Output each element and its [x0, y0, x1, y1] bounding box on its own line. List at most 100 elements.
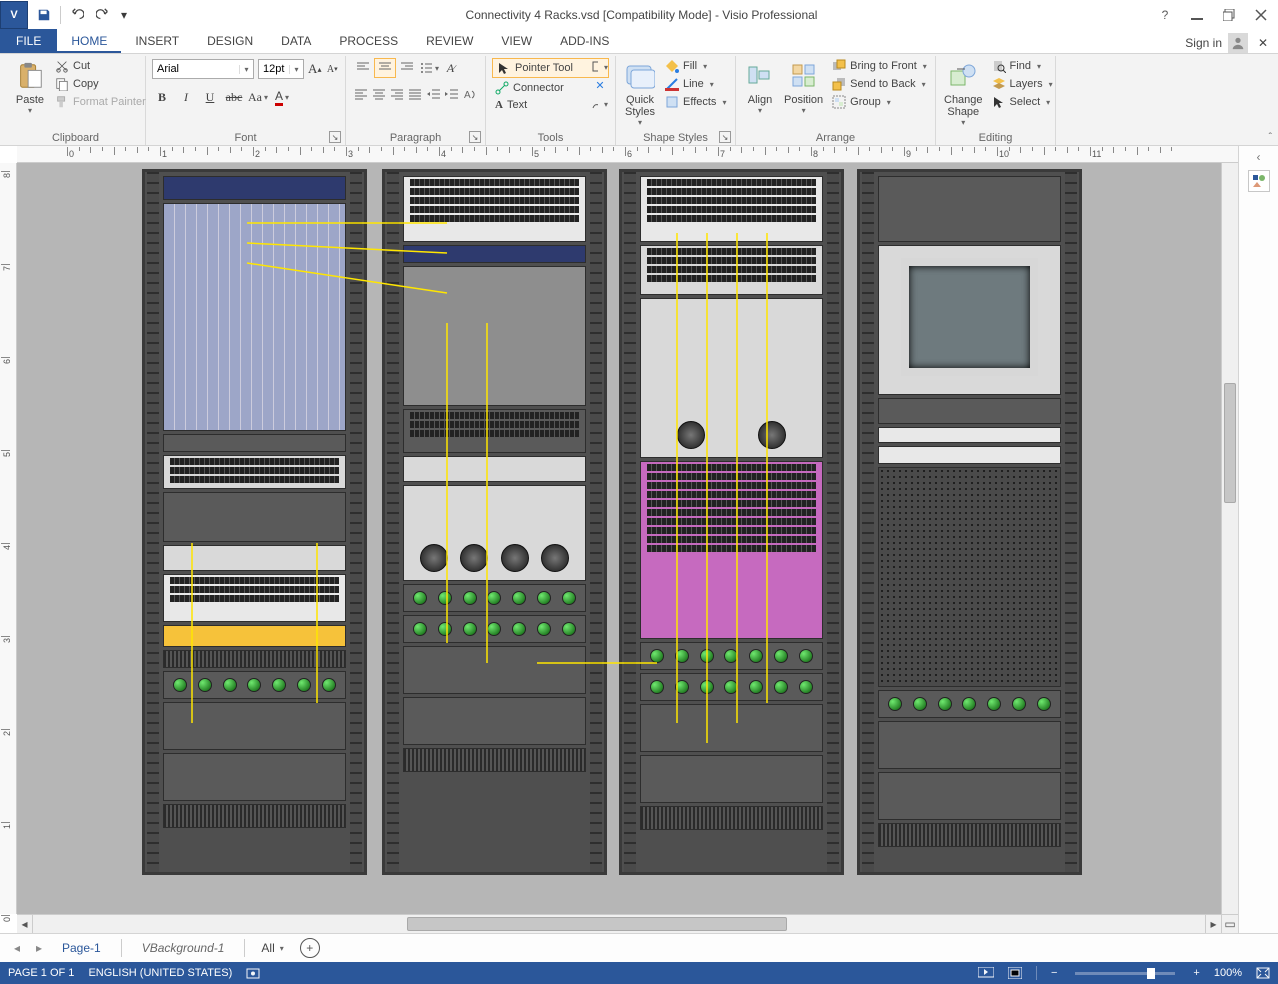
zoom-out[interactable]: −: [1051, 967, 1057, 979]
rack-4-unit-8[interactable]: [878, 721, 1061, 769]
rack-3-unit-7[interactable]: [640, 704, 823, 752]
align-top-center[interactable]: [374, 58, 396, 78]
help-button[interactable]: ?: [1152, 4, 1178, 26]
rack-1-unit-9[interactable]: [163, 650, 346, 668]
copy-button[interactable]: Copy: [52, 76, 149, 92]
tab-design[interactable]: DESIGN: [193, 29, 267, 53]
hscroll-right[interactable]: ▸: [1205, 915, 1221, 933]
rack-1-unit-13[interactable]: [163, 804, 346, 828]
pagetab-next[interactable]: ▸: [30, 938, 48, 958]
rack-3-unit-6[interactable]: [640, 673, 823, 701]
rack-1-unit-2[interactable]: [163, 203, 346, 431]
hscroll-left[interactable]: ◂: [17, 915, 33, 933]
zoom-in[interactable]: +: [1193, 967, 1199, 979]
rack-3-unit-2[interactable]: [640, 245, 823, 295]
close-button[interactable]: [1248, 4, 1274, 26]
horizontal-scrollbar[interactable]: ◂ ▸: [17, 914, 1221, 933]
restore-button[interactable]: [1216, 4, 1242, 26]
rack-4-unit-2[interactable]: [878, 245, 1061, 395]
shapestyles-launcher[interactable]: ↘: [719, 131, 731, 143]
ribbon-close-icon[interactable]: ✕: [1254, 36, 1272, 50]
tab-view[interactable]: VIEW: [487, 29, 546, 53]
rack-1[interactable]: [142, 169, 367, 875]
layers-button[interactable]: Layers▾: [989, 76, 1056, 92]
grow-font-button[interactable]: A▴: [308, 59, 322, 79]
align-right[interactable]: [388, 84, 406, 104]
position-button[interactable]: Position▾: [782, 58, 825, 117]
rack-3[interactable]: [619, 169, 844, 875]
rack-3-unit-8[interactable]: [640, 755, 823, 803]
rack-2-unit-6[interactable]: [403, 485, 586, 581]
tab-home[interactable]: HOME: [57, 29, 121, 53]
rack-3-unit-4[interactable]: [640, 461, 823, 639]
shrink-font-button[interactable]: A▾: [326, 59, 340, 79]
strike-button[interactable]: abc: [224, 87, 244, 107]
tab-review[interactable]: REVIEW: [412, 29, 487, 53]
drawing-canvas[interactable]: [17, 163, 1238, 914]
align-top-right[interactable]: [396, 58, 418, 78]
font-family-combo[interactable]: ▾: [152, 59, 254, 79]
underline-button[interactable]: U: [200, 87, 220, 107]
change-case-button[interactable]: Aa▾: [248, 87, 268, 107]
format-painter-button[interactable]: Format Painter: [52, 94, 149, 110]
rack-2-unit-10[interactable]: [403, 697, 586, 745]
clear-format[interactable]: A∕: [440, 58, 462, 78]
rack-2-unit-2[interactable]: [403, 245, 586, 263]
rack-4-unit-6[interactable]: [878, 467, 1061, 687]
rack-2-unit-9[interactable]: [403, 646, 586, 694]
decrease-indent[interactable]: [425, 84, 443, 104]
align-center[interactable]: [370, 84, 388, 104]
align-left[interactable]: [352, 84, 370, 104]
save-button[interactable]: [32, 3, 56, 27]
rack-1-unit-7[interactable]: [163, 574, 346, 622]
status-language[interactable]: ENGLISH (UNITED STATES): [88, 967, 232, 979]
quick-styles-button[interactable]: Quick Styles▾: [622, 58, 658, 129]
bring-front-button[interactable]: Bring to Front▾: [829, 58, 930, 74]
presentation-mode-icon[interactable]: [978, 967, 994, 979]
rectangle-tool[interactable]: ▾: [589, 60, 611, 74]
signin-link[interactable]: Sign in: [1185, 36, 1222, 50]
rack-4-unit-5[interactable]: [878, 446, 1061, 464]
rack-2-unit-5[interactable]: [403, 456, 586, 482]
align-top-left[interactable]: [352, 58, 374, 78]
rack-1-unit-12[interactable]: [163, 753, 346, 801]
rack-1-unit-1[interactable]: [163, 176, 346, 200]
align-button[interactable]: Align▾: [742, 58, 778, 117]
line-button[interactable]: Line▾: [662, 76, 729, 92]
page-tab-background[interactable]: VBackground-1: [132, 937, 235, 959]
rack-1-unit-10[interactable]: [163, 671, 346, 699]
rack-4-unit-4[interactable]: [878, 427, 1061, 443]
tab-addins[interactable]: ADD-INS: [546, 29, 623, 53]
send-back-button[interactable]: Send to Back▾: [829, 76, 930, 92]
qat-customize[interactable]: ▾: [117, 3, 131, 27]
group-button[interactable]: Group▾: [829, 94, 930, 110]
paragraph-launcher[interactable]: ↘: [469, 131, 481, 143]
shapes-pane-button[interactable]: [1248, 170, 1270, 192]
tab-process[interactable]: PROCESS: [325, 29, 412, 53]
redo-button[interactable]: [91, 3, 115, 27]
rack-1-unit-4[interactable]: [163, 455, 346, 489]
page-tab-1[interactable]: Page-1: [52, 937, 111, 959]
rack-4-unit-10[interactable]: [878, 823, 1061, 847]
rack-1-unit-5[interactable]: [163, 492, 346, 542]
undo-button[interactable]: [65, 3, 89, 27]
connection-point-tool[interactable]: ✕: [589, 78, 611, 93]
freeform-tool[interactable]: ▾: [589, 97, 611, 111]
rack-3-unit-1[interactable]: [640, 176, 823, 242]
rack-4-unit-1[interactable]: [878, 176, 1061, 242]
select-button[interactable]: Select▾: [989, 94, 1056, 110]
vertical-scrollbar[interactable]: [1221, 163, 1238, 914]
pan-zoom-button[interactable]: ▭: [1221, 914, 1238, 933]
paste-button[interactable]: Paste▾: [12, 58, 48, 117]
fit-to-window-icon[interactable]: [1008, 967, 1022, 979]
bullets-button[interactable]: ▾: [418, 58, 440, 78]
rack-2-unit-1[interactable]: [403, 176, 586, 242]
all-pages-button[interactable]: All▾: [255, 937, 289, 959]
justify[interactable]: [406, 84, 424, 104]
rack-2-unit-7[interactable]: [403, 584, 586, 612]
rotate-text[interactable]: A: [461, 84, 479, 104]
font-color-button[interactable]: A▾: [272, 87, 292, 107]
tab-insert[interactable]: INSERT: [121, 29, 193, 53]
hscroll-thumb[interactable]: [407, 917, 787, 931]
italic-button[interactable]: I: [176, 87, 196, 107]
